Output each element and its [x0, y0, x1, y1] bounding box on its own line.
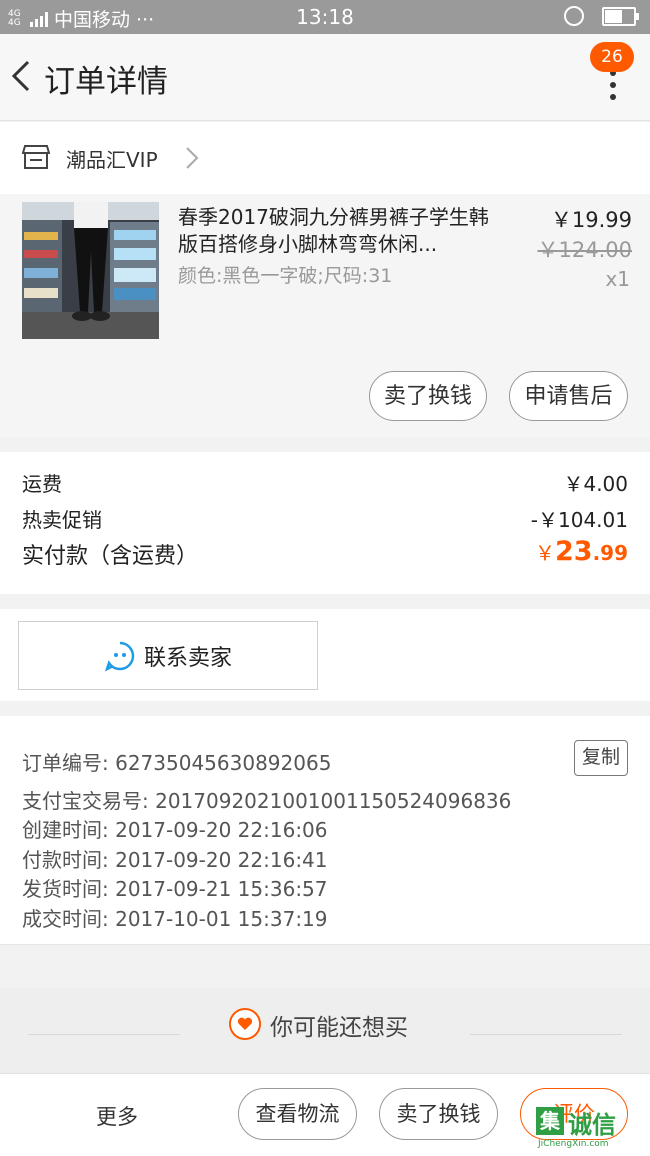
- total-decimal: .99: [592, 541, 628, 565]
- total-value: ￥23.99: [535, 536, 628, 567]
- chat-face-icon: [104, 641, 135, 671]
- view-logistics-button[interactable]: 查看物流: [238, 1088, 357, 1140]
- completed-time: 成交时间: 2017-10-01 15:37:19: [22, 907, 328, 931]
- battery-fill: [605, 9, 622, 23]
- total-currency: ￥: [534, 541, 555, 565]
- order-number: 订单编号: 62735045630892065: [22, 751, 332, 775]
- product-price: ￥19.99: [550, 208, 632, 232]
- divider-right: [470, 1034, 622, 1035]
- watermark-en: JiChengXin.com: [538, 1139, 609, 1149]
- product-sku: 颜色:黑色一字破;尺码:31: [178, 265, 393, 287]
- status-bar: 4G 4G 中国移动 ··· 13:18: [0, 0, 650, 34]
- watermark-cn: 诚信: [568, 1111, 616, 1139]
- more-button[interactable]: 更多: [96, 1101, 138, 1131]
- shipping-value: ￥4.00: [563, 472, 628, 496]
- created-time: 创建时间: 2017-09-20 22:16:06: [22, 818, 328, 842]
- watermark-box: 集: [536, 1107, 564, 1135]
- site-watermark: 集 诚信 JiChengXin.com: [532, 1103, 650, 1155]
- status-time: 13:18: [296, 5, 354, 29]
- promo-row: 热卖促销 -￥104.01: [22, 504, 628, 533]
- copy-button[interactable]: 复制: [574, 740, 628, 776]
- shipping-label: 运费: [22, 472, 62, 496]
- total-label: 实付款（含运费）: [22, 544, 199, 569]
- after-sales-button[interactable]: 申请售后: [509, 371, 628, 421]
- shop-name: 潮品汇VIP: [66, 148, 158, 172]
- total-integer: 23: [554, 536, 593, 567]
- contact-section: 联系卖家: [0, 609, 650, 701]
- product-quantity: x1: [605, 267, 630, 291]
- promo-label: 热卖促销: [22, 508, 102, 532]
- more-menu-icon[interactable]: [610, 70, 616, 110]
- shipping-row: 运费 ￥4.00: [22, 468, 628, 497]
- chevron-right-icon: [186, 147, 199, 169]
- sell-button[interactable]: 卖了换钱: [379, 1088, 498, 1140]
- heart-icon: [229, 1008, 261, 1040]
- status-right: [564, 6, 639, 26]
- nav-bar: 订单详情 26: [0, 34, 650, 121]
- paid-time: 付款时间: 2017-09-20 22:16:41: [22, 848, 328, 872]
- product-title[interactable]: 春季2017破洞九分裤男裤子学生韩版百搭修身小脚林弯弯休闲...: [178, 204, 508, 258]
- shipped-time: 发货时间: 2017-09-21 15:36:57: [22, 877, 328, 901]
- recommend-header: 你可能还想买: [0, 988, 650, 1073]
- recommend-label: 你可能还想买: [270, 1015, 408, 1041]
- product-image[interactable]: [22, 202, 159, 339]
- message-count-badge: 26: [590, 42, 634, 72]
- total-row: 实付款（含运费） ￥23.99: [22, 536, 628, 570]
- divider-left: [28, 1034, 180, 1035]
- contact-seller-button[interactable]: 联系卖家: [18, 621, 318, 690]
- sell-for-cash-button[interactable]: 卖了换钱: [369, 371, 487, 421]
- back-arrow-icon[interactable]: [8, 56, 38, 96]
- alipay-trade-number: 支付宝交易号: 2017092021001001150524096836: [22, 789, 512, 813]
- shop-row[interactable]: 潮品汇VIP: [0, 122, 650, 194]
- product-card[interactable]: 春季2017破洞九分裤男裤子学生韩版百搭修身小脚林弯弯休闲... 颜色:黑色一字…: [0, 194, 650, 437]
- store-icon: [22, 145, 50, 169]
- order-info: 订单编号: 62735045630892065 复制 支付宝交易号: 20170…: [0, 716, 650, 945]
- battery-icon: [602, 6, 639, 26]
- fee-summary: 运费 ￥4.00 热卖促销 -￥104.01 实付款（含运费） ￥23.99: [0, 452, 650, 594]
- alarm-icon: [564, 6, 584, 26]
- product-original-price: ￥124.00: [537, 238, 632, 262]
- contact-seller-label: 联系卖家: [143, 645, 232, 671]
- promo-value: -￥104.01: [530, 508, 628, 532]
- page-title: 订单详情: [44, 64, 168, 100]
